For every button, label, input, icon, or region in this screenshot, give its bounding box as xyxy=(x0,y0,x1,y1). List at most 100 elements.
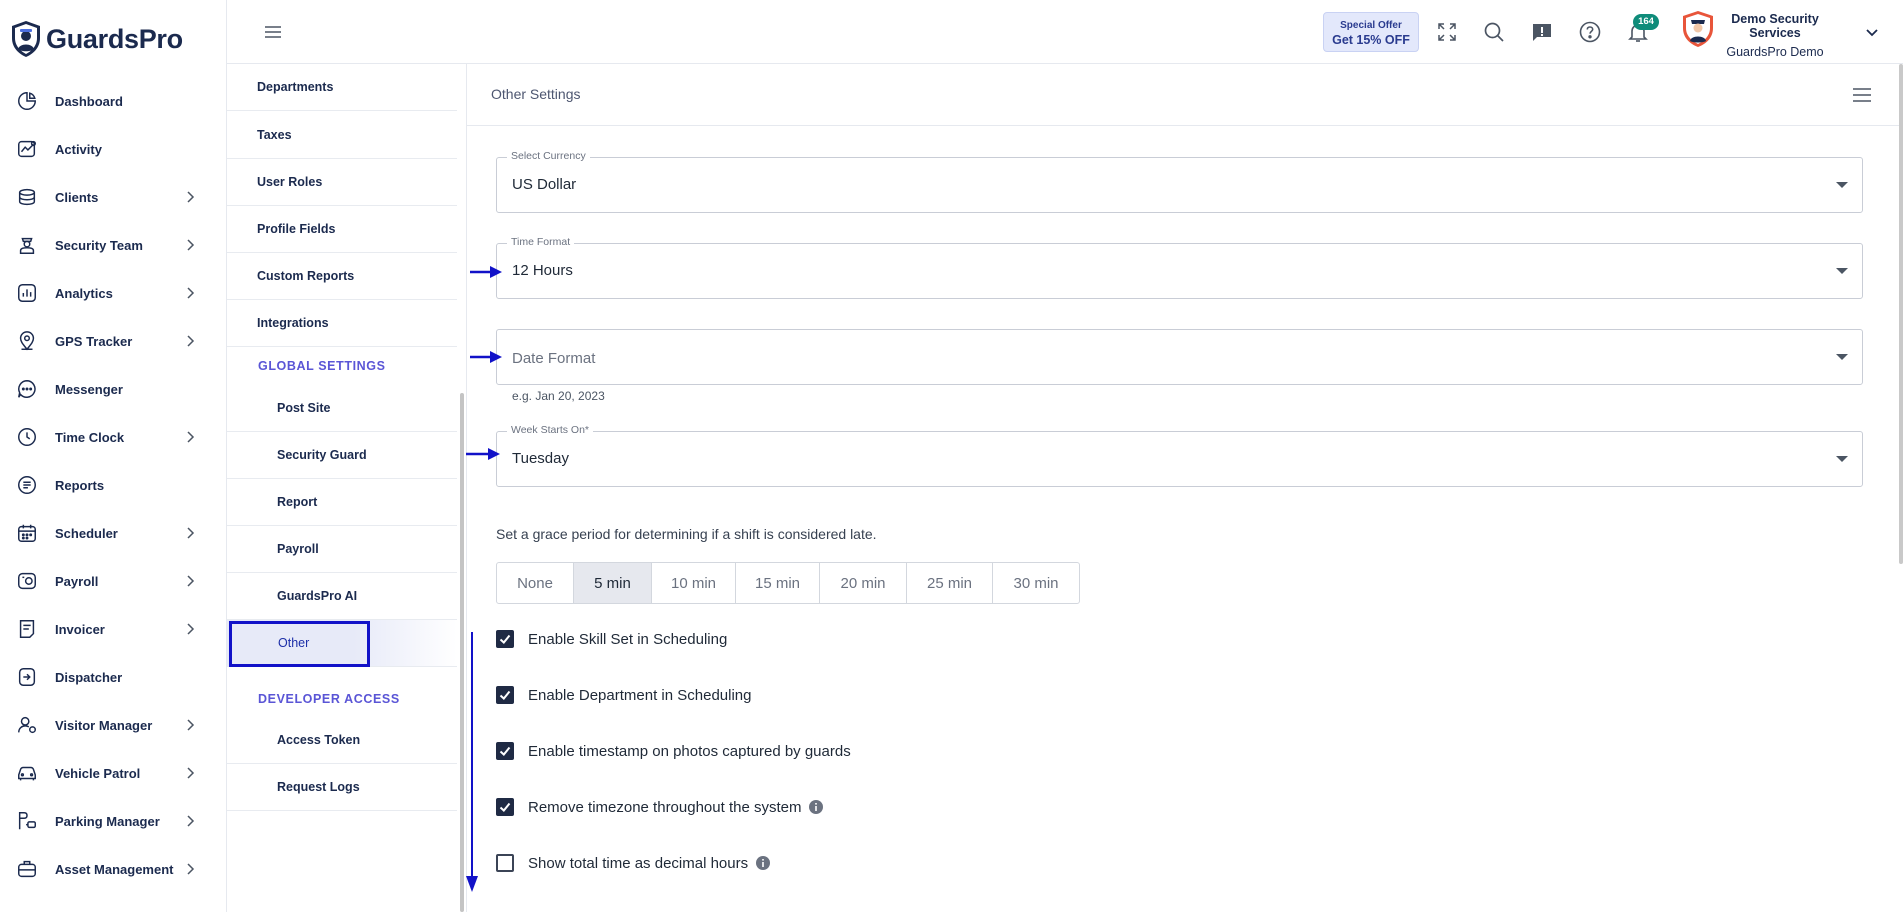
grace-option-25-min[interactable]: 25 min xyxy=(907,563,993,603)
app-root: GuardsPro Dashboard Activity Clients Sec… xyxy=(0,0,1903,912)
annotation-highlight-box xyxy=(229,621,370,667)
sidebar-item-dashboard[interactable]: Dashboard xyxy=(0,77,227,125)
checkbox-checked[interactable] xyxy=(496,742,514,760)
photo-timestamp-checkbox[interactable]: Enable timestamp on photos captured by g… xyxy=(496,742,851,760)
settings-submenu: Departments Taxes User Roles Profile Fie… xyxy=(227,64,457,912)
grace-option-5-min[interactable]: 5 min xyxy=(574,563,652,603)
time-format-select[interactable]: Time Format 12 Hours xyxy=(496,236,1863,299)
invoice-icon xyxy=(15,617,39,641)
sidebar-item-time-clock[interactable]: Time Clock xyxy=(0,413,227,461)
info-icon[interactable] xyxy=(809,800,824,814)
sidebar-item-reports[interactable]: Reports xyxy=(0,461,227,509)
submenu-item-label: Request Logs xyxy=(277,780,360,794)
chevron-right-icon xyxy=(187,575,195,587)
submenu-item-integrations[interactable]: Integrations xyxy=(227,300,457,347)
sidebar-item-payroll[interactable]: Payroll xyxy=(0,557,227,605)
submenu-item-access-token[interactable]: Access Token xyxy=(227,717,457,764)
main-scrollbar[interactable] xyxy=(1899,64,1903,564)
sidebar-item-security-team[interactable]: Security Team xyxy=(0,221,227,269)
hamburger-menu-icon[interactable] xyxy=(261,20,285,44)
top-header: Special Offer Get 15% OFF 164 Demo Secur… xyxy=(227,0,1903,64)
sidebar-item-asset-management[interactable]: Asset Management xyxy=(0,845,227,893)
checkmark-icon xyxy=(499,802,511,812)
decimal-hours-checkbox[interactable]: Show total time as decimal hours xyxy=(496,854,771,872)
currency-select[interactable]: Select Currency US Dollar xyxy=(496,150,1863,213)
info-icon[interactable] xyxy=(756,856,771,870)
submenu-item-payroll[interactable]: Payroll xyxy=(227,526,457,573)
sidebar-item-label: GPS Tracker xyxy=(55,333,133,349)
submenu-item-guardspro-ai[interactable]: GuardsPro AI xyxy=(227,573,457,620)
sidebar-item-clients[interactable]: Clients xyxy=(0,173,227,221)
submenu-item-request-logs[interactable]: Request Logs xyxy=(227,764,457,811)
checkbox-checked[interactable] xyxy=(496,686,514,704)
sidebar-item-label: Messenger xyxy=(55,381,123,397)
checkbox-label: Enable timestamp on photos captured by g… xyxy=(528,742,851,760)
chevron-right-icon xyxy=(187,287,195,299)
sidebar-item-parking-manager[interactable]: Parking Manager xyxy=(0,797,227,845)
checkbox-checked[interactable] xyxy=(496,798,514,816)
sidebar-item-label: Security Team xyxy=(55,237,143,253)
sidebar-item-label: Parking Manager xyxy=(55,813,160,829)
sidebar-item-dispatcher[interactable]: Dispatcher xyxy=(0,653,227,701)
help-icon[interactable] xyxy=(1578,20,1602,44)
sidebar-item-label: Payroll xyxy=(55,573,99,589)
submenu-item-post-site[interactable]: Post Site xyxy=(227,385,457,432)
chevron-right-icon xyxy=(187,431,195,443)
visitor-icon xyxy=(15,713,39,737)
submenu-item-profile-fields[interactable]: Profile Fields xyxy=(227,206,457,253)
search-icon[interactable] xyxy=(1482,20,1506,44)
sidebar-item-visitor-manager[interactable]: Visitor Manager xyxy=(0,701,227,749)
special-offer-button[interactable]: Special Offer Get 15% OFF xyxy=(1323,12,1419,52)
remove-timezone-checkbox[interactable]: Remove timezone throughout the system xyxy=(496,798,824,816)
checkbox-label: Enable Department in Scheduling xyxy=(528,686,752,704)
sidebar-item-label: Scheduler xyxy=(55,525,118,541)
grace-option-15-min[interactable]: 15 min xyxy=(736,563,820,603)
chat-icon xyxy=(15,377,39,401)
date-format-select[interactable]: Date Format xyxy=(496,329,1863,385)
chevron-right-icon xyxy=(187,527,195,539)
analytics-icon xyxy=(15,281,39,305)
submenu-item-user-roles[interactable]: User Roles xyxy=(227,159,457,206)
submenu-scrollbar[interactable] xyxy=(460,393,464,912)
sidebar-nav: Dashboard Activity Clients Security Team… xyxy=(0,77,227,893)
grace-option-30-min[interactable]: 30 min xyxy=(993,563,1079,603)
grace-period-toggle-group: None 5 min 10 min 15 min 20 min 25 min 3… xyxy=(496,562,1080,604)
submenu-item-taxes[interactable]: Taxes xyxy=(227,112,457,159)
chevron-down-icon[interactable] xyxy=(1864,24,1880,40)
submenu-item-report[interactable]: Report xyxy=(227,479,457,526)
sidebar-item-gps-tracker[interactable]: GPS Tracker xyxy=(0,317,227,365)
sidebar-item-label: Visitor Manager xyxy=(55,717,153,733)
fullscreen-icon[interactable] xyxy=(1435,20,1459,44)
brand[interactable]: GuardsPro xyxy=(10,20,183,58)
grace-option-10-min[interactable]: 10 min xyxy=(652,563,736,603)
location-pin-icon xyxy=(15,329,39,353)
skill-set-scheduling-checkbox[interactable]: Enable Skill Set in Scheduling xyxy=(496,630,727,648)
submenu-item-departments[interactable]: Departments xyxy=(227,64,457,111)
sidebar-item-invoicer[interactable]: Invoicer xyxy=(0,605,227,653)
submenu-item-label: Integrations xyxy=(257,316,329,330)
checkbox-unchecked[interactable] xyxy=(496,854,514,872)
currency-value: US Dollar xyxy=(512,176,577,193)
avatar[interactable] xyxy=(1681,10,1715,48)
sidebar-item-vehicle-patrol[interactable]: Vehicle Patrol xyxy=(0,749,227,797)
dropdown-caret-icon xyxy=(1836,456,1848,462)
sidebar-item-analytics[interactable]: Analytics xyxy=(0,269,227,317)
sidebar-item-activity[interactable]: Activity xyxy=(0,125,227,173)
department-scheduling-checkbox[interactable]: Enable Department in Scheduling xyxy=(496,686,751,704)
sidebar-item-label: Vehicle Patrol xyxy=(55,765,141,781)
week-start-select[interactable]: Week Starts On* Tuesday xyxy=(496,424,1863,487)
chevron-right-icon xyxy=(187,335,195,347)
hamburger-menu-icon[interactable] xyxy=(1851,86,1873,104)
feedback-icon[interactable] xyxy=(1530,20,1554,44)
sidebar-item-scheduler[interactable]: Scheduler xyxy=(0,509,227,557)
grace-option-none[interactable]: None xyxy=(497,563,574,603)
date-format-helper: e.g. Jan 20, 2023 xyxy=(512,389,605,403)
grace-option-20-min[interactable]: 20 min xyxy=(820,563,907,603)
dropdown-caret-icon xyxy=(1836,182,1848,188)
submenu-item-custom-reports[interactable]: Custom Reports xyxy=(227,253,457,300)
checkbox-checked[interactable] xyxy=(496,630,514,648)
car-icon xyxy=(15,761,39,785)
user-profile[interactable]: Demo Security Services GuardsPro Demo xyxy=(1715,12,1835,59)
submenu-item-security-guard[interactable]: Security Guard xyxy=(227,432,457,479)
sidebar-item-messenger[interactable]: Messenger xyxy=(0,365,227,413)
